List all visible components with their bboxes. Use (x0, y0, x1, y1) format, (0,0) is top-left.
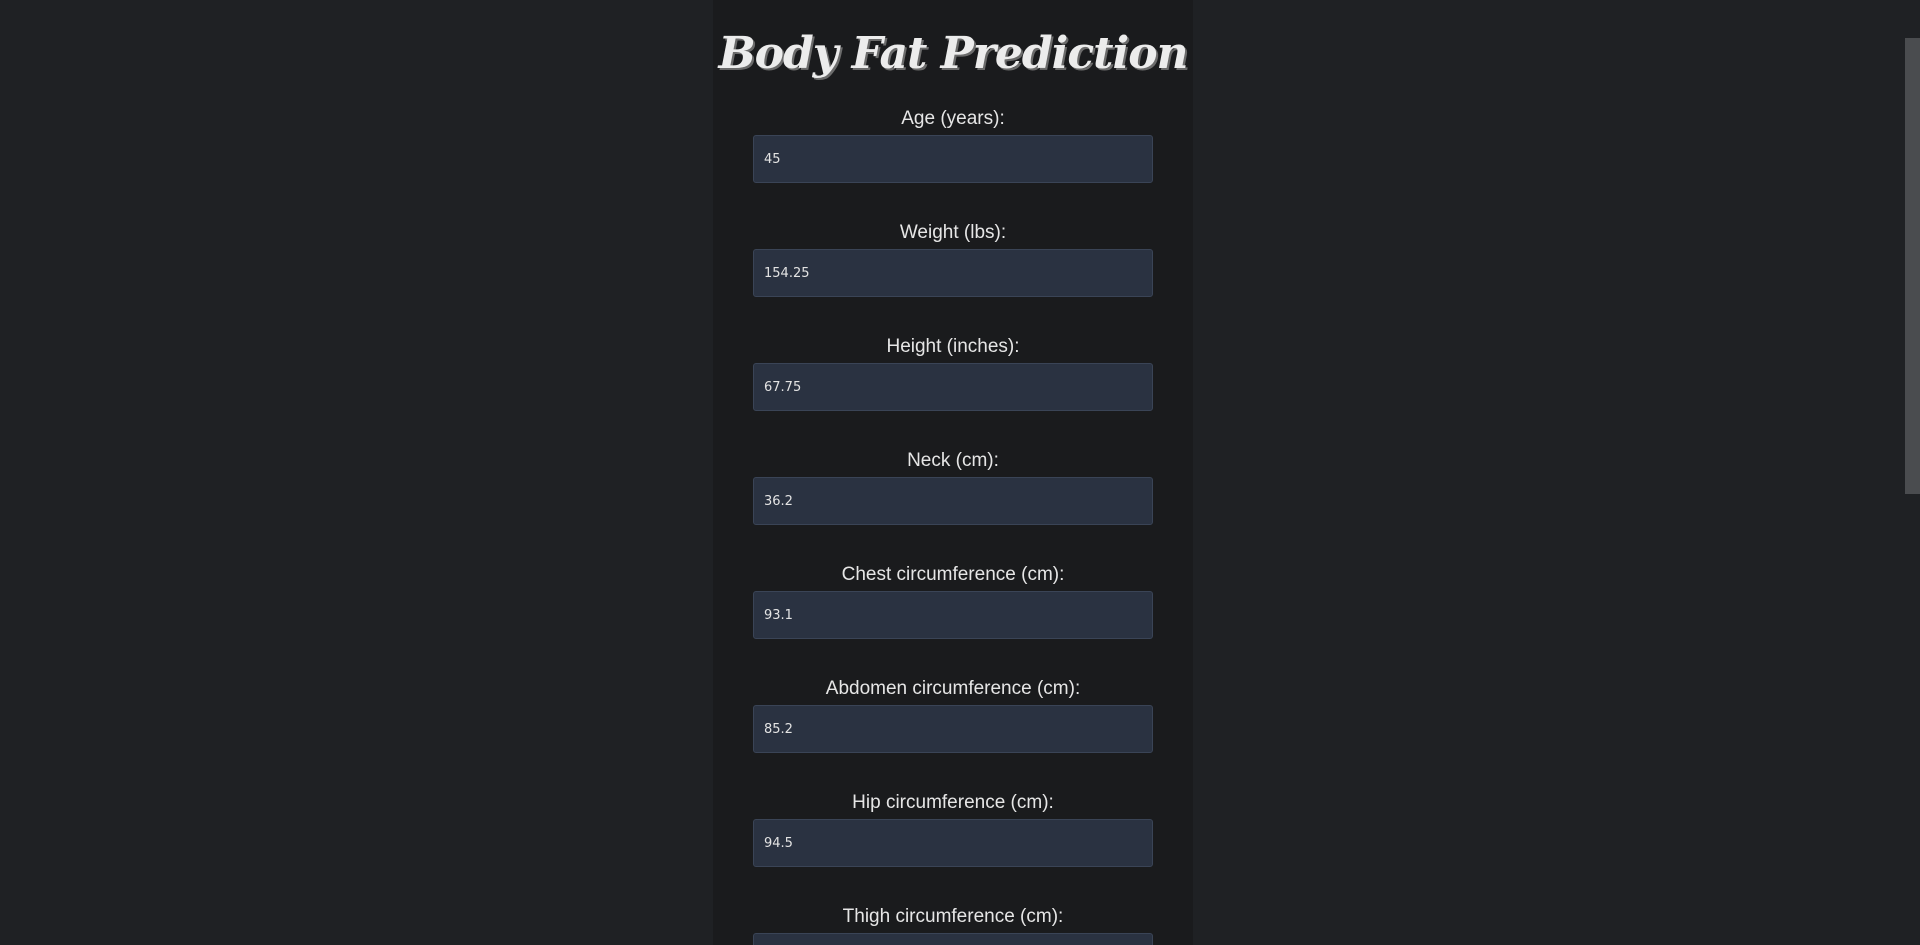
field-abdomen: Abdomen circumference (cm): (753, 678, 1153, 753)
abdomen-input[interactable] (753, 705, 1153, 753)
field-neck: Neck (cm): (753, 450, 1153, 525)
form-panel: Body Fat Prediction Age (years): Weight … (713, 0, 1193, 945)
hip-input[interactable] (753, 819, 1153, 867)
field-height: Height (inches): (753, 336, 1153, 411)
height-label: Height (inches): (886, 336, 1020, 357)
scrollbar-thumb[interactable] (1905, 38, 1920, 494)
field-weight: Weight (lbs): (753, 222, 1153, 297)
age-input[interactable] (753, 135, 1153, 183)
weight-label: Weight (lbs): (899, 222, 1007, 243)
abdomen-label: Abdomen circumference (cm): (825, 678, 1081, 699)
thigh-label: Thigh circumference (cm): (842, 906, 1064, 927)
page: Body Fat Prediction Age (years): Weight … (0, 0, 1920, 945)
weight-input[interactable] (753, 249, 1153, 297)
field-age: Age (years): (753, 108, 1153, 183)
neck-label: Neck (cm): (907, 450, 999, 471)
field-thigh: Thigh circumference (cm): (753, 906, 1153, 945)
neck-input[interactable] (753, 477, 1153, 525)
height-input[interactable] (753, 363, 1153, 411)
field-chest: Chest circumference (cm): (753, 564, 1153, 639)
chest-label: Chest circumference (cm): (841, 564, 1065, 585)
field-hip: Hip circumference (cm): (753, 792, 1153, 867)
chest-input[interactable] (753, 591, 1153, 639)
thigh-input[interactable] (753, 933, 1153, 945)
hip-label: Hip circumference (cm): (852, 792, 1054, 813)
page-title: Body Fat Prediction (718, 28, 1188, 79)
age-label: Age (years): (901, 108, 1005, 129)
